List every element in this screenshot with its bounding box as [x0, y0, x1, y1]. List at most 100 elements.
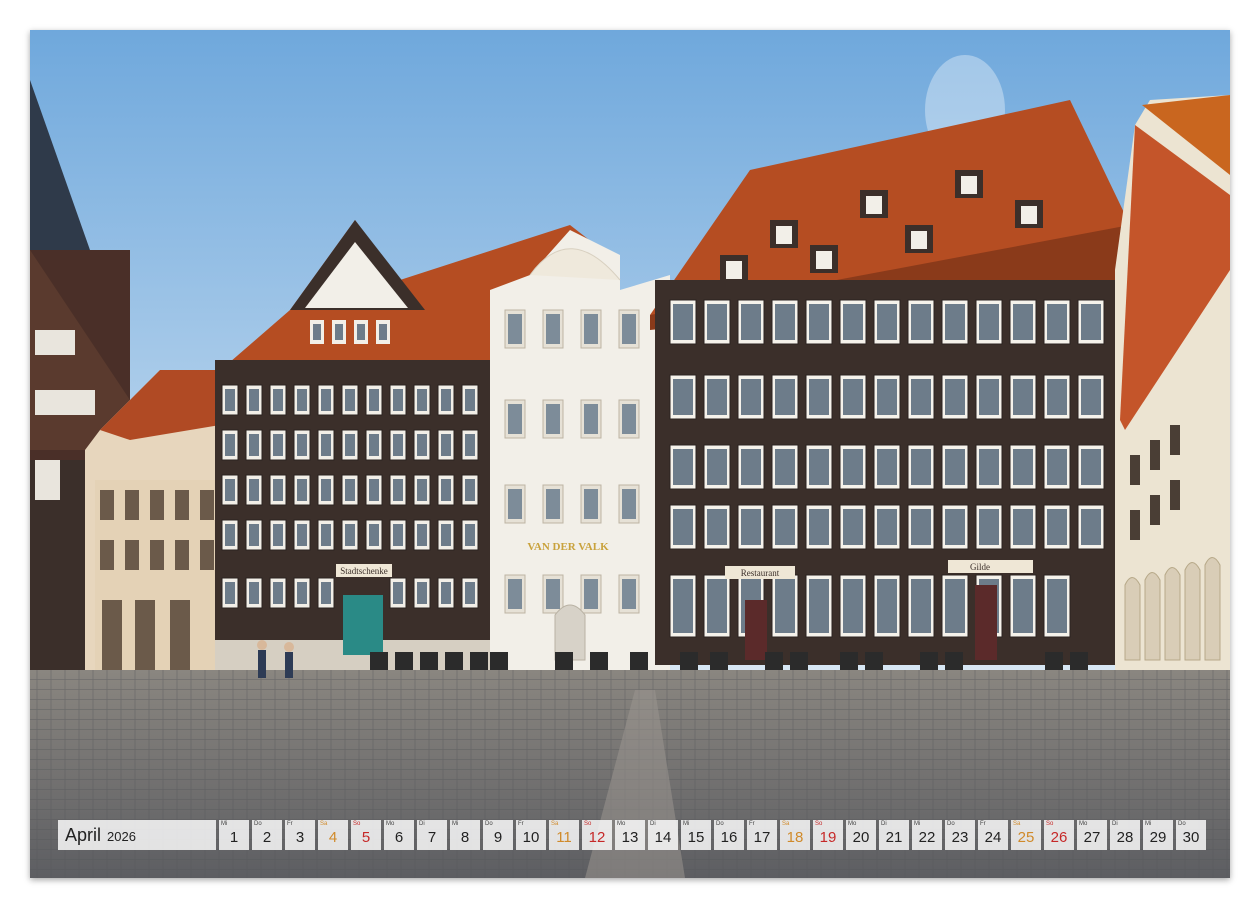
day-number: 18 [786, 829, 804, 846]
day-of-week: Do [1178, 821, 1186, 827]
window [273, 479, 283, 501]
day-of-week: Fr [749, 821, 755, 827]
cafe-table [470, 652, 488, 670]
window [1013, 379, 1033, 415]
window [673, 579, 693, 633]
calendar-day: So 26 [1044, 820, 1074, 850]
calendar-day: Mi 1 [219, 820, 249, 850]
window [1013, 579, 1033, 633]
day-of-week: Di [650, 821, 656, 827]
day-of-week: Do [716, 821, 724, 827]
window [622, 314, 636, 344]
window [866, 196, 882, 214]
restaurant-sign: Restaurant [741, 568, 780, 578]
window [1013, 304, 1033, 340]
window [945, 449, 965, 485]
cafe-table [680, 652, 698, 670]
window [945, 509, 965, 545]
day-number: 7 [427, 829, 437, 846]
calendar-strip: April 2026 Mi 1 Do 2 Fr 3 Sa 4 So 5 Mo 6 Di 7 Mi 8 Do 9 Fr… [58, 820, 1206, 850]
window [441, 524, 451, 546]
window [546, 579, 560, 609]
window [225, 434, 235, 456]
day-number: 5 [361, 829, 371, 846]
van-der-valk-building: VAN DER VALK [490, 230, 670, 690]
calendar-day: Sa 18 [780, 820, 810, 850]
calendar-day: Mi 29 [1143, 820, 1173, 850]
calendar-day: Mi 8 [450, 820, 480, 850]
window [1081, 449, 1101, 485]
window [877, 509, 897, 545]
window [775, 449, 795, 485]
day-number: 8 [460, 829, 470, 846]
calendar-day: So 12 [582, 820, 612, 850]
window [809, 509, 829, 545]
window [741, 449, 761, 485]
day-number: 13 [621, 829, 639, 846]
day-number: 25 [1017, 829, 1035, 846]
window [508, 314, 522, 344]
window [335, 324, 343, 340]
window [417, 479, 427, 501]
window [249, 582, 259, 604]
day-of-week: Mi [1145, 821, 1152, 827]
window [741, 304, 761, 340]
right-corner-building [1115, 95, 1230, 670]
window [321, 389, 331, 411]
window [249, 434, 259, 456]
window [843, 509, 863, 545]
day-number: 20 [852, 829, 870, 846]
cafe-table [420, 652, 438, 670]
day-number: 6 [394, 829, 404, 846]
cafe-table [445, 652, 463, 670]
day-number: 4 [328, 829, 338, 846]
window [979, 379, 999, 415]
day-of-week: Mi [914, 821, 921, 827]
window [1013, 509, 1033, 545]
window [313, 324, 321, 340]
window [945, 379, 965, 415]
window [673, 379, 693, 415]
window [1047, 449, 1067, 485]
day-of-week: Mo [848, 821, 857, 827]
day-number: 17 [753, 829, 771, 846]
day-of-week: Sa [1013, 821, 1021, 827]
gilde-sign: Gilde [970, 562, 990, 572]
window [1081, 379, 1101, 415]
day-of-week: Mi [452, 821, 459, 827]
town-square-scene: Stadtschenke VAN DER VALK Restaurant Gil… [30, 30, 1230, 878]
window [441, 389, 451, 411]
market-square-photo: Stadtschenke VAN DER VALK Restaurant Gil… [30, 30, 1230, 878]
window [273, 389, 283, 411]
window [321, 524, 331, 546]
day-number: 16 [720, 829, 738, 846]
window [225, 582, 235, 604]
window [707, 379, 727, 415]
window [441, 434, 451, 456]
day-number: 9 [493, 829, 503, 846]
window [546, 489, 560, 519]
calendar-day: Do 30 [1176, 820, 1206, 850]
window [225, 524, 235, 546]
calendar-day: Di 14 [648, 820, 678, 850]
window [741, 379, 761, 415]
day-of-week: Fr [980, 821, 986, 827]
window [273, 582, 283, 604]
cafe-table [710, 652, 728, 670]
window [775, 304, 795, 340]
day-of-week: Sa [782, 821, 790, 827]
window [345, 434, 355, 456]
calendar-day: Sa 4 [318, 820, 348, 850]
day-number: 30 [1182, 829, 1200, 846]
window [369, 434, 379, 456]
window [775, 579, 795, 633]
window [1081, 304, 1101, 340]
day-number: 3 [295, 829, 305, 846]
window [441, 479, 451, 501]
window [1047, 304, 1067, 340]
window [1013, 449, 1033, 485]
window [321, 434, 331, 456]
cafe-table [555, 652, 573, 670]
window [741, 509, 761, 545]
window [911, 231, 927, 249]
